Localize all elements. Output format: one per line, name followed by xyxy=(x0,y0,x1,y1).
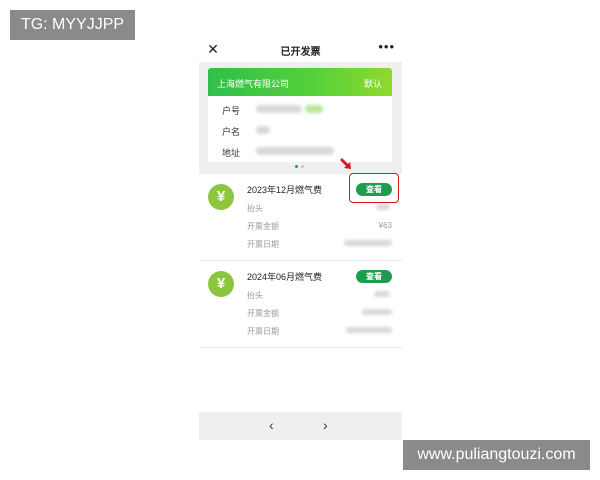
invoice-amount-value: ¥63 xyxy=(378,221,392,230)
invoice-date-label: 开票日期 xyxy=(247,240,279,249)
invoice-header-label: 抬头 xyxy=(247,291,263,300)
watermark-bottom: www.puliangtouzi.com xyxy=(403,440,590,470)
invoice-amount-label: 开票金额 xyxy=(247,222,279,231)
carousel-dot xyxy=(301,165,304,168)
account-name-value xyxy=(256,126,270,134)
yen-icon: ¥ xyxy=(208,184,234,210)
account-card[interactable]: 上海燃气有限公司 默认 户号 户名 地址 xyxy=(208,68,392,162)
account-card-area: 上海燃气有限公司 默认 户号 户名 地址 xyxy=(199,62,402,174)
watermark-top: TG: MYYJJPP xyxy=(10,10,135,40)
carousel-dot-active xyxy=(295,165,298,168)
invoice-header-value xyxy=(374,291,390,297)
address-label: 地址 xyxy=(222,148,241,158)
annotation-highlight-box xyxy=(349,173,399,203)
invoice-date-value xyxy=(346,327,392,333)
view-button[interactable]: 查看 xyxy=(356,270,392,283)
invoice-title: 2023年12月燃气费 xyxy=(247,185,323,195)
account-number-value xyxy=(256,105,302,113)
yen-icon: ¥ xyxy=(208,271,234,297)
account-name-label: 户名 xyxy=(222,127,241,137)
red-arrow-icon xyxy=(340,158,351,169)
invoice-list: ¥ 2023年12月燃气费 查看 抬头 开票金额 ¥63 开票日期 ¥ 2024… xyxy=(199,174,402,420)
address-value xyxy=(256,147,334,155)
chevron-right-icon[interactable]: › xyxy=(323,418,328,432)
invoice-header-value xyxy=(376,204,390,210)
invoice-title: 2024年06月燃气费 xyxy=(247,272,323,282)
top-bar: ✕ 已开发票 ••• xyxy=(199,38,402,62)
phone-screen: ✕ 已开发票 ••• 上海燃气有限公司 默认 户号 户名 地址 ¥ 2023年1… xyxy=(199,38,402,440)
chevron-left-icon[interactable]: ‹ xyxy=(269,418,274,432)
page-title: 已开发票 xyxy=(280,47,321,58)
company-name: 上海燃气有限公司 xyxy=(217,79,290,89)
invoice-amount-label: 开票金额 xyxy=(247,309,279,318)
account-number-tag xyxy=(305,105,323,113)
account-number-label: 户号 xyxy=(222,106,241,116)
invoice-header-label: 抬头 xyxy=(247,204,263,213)
invoice-date-value xyxy=(344,240,392,246)
bottom-toolbar: ‹ › xyxy=(199,412,402,440)
more-icon[interactable]: ••• xyxy=(378,40,395,54)
invoice-item[interactable]: ¥ 2024年06月燃气费 查看 抬头 开票金额 开票日期 xyxy=(199,261,402,348)
default-label: 默认 xyxy=(363,79,382,89)
invoice-date-label: 开票日期 xyxy=(247,327,279,336)
account-card-header: 上海燃气有限公司 默认 xyxy=(208,68,392,96)
invoice-amount-value xyxy=(362,309,392,315)
